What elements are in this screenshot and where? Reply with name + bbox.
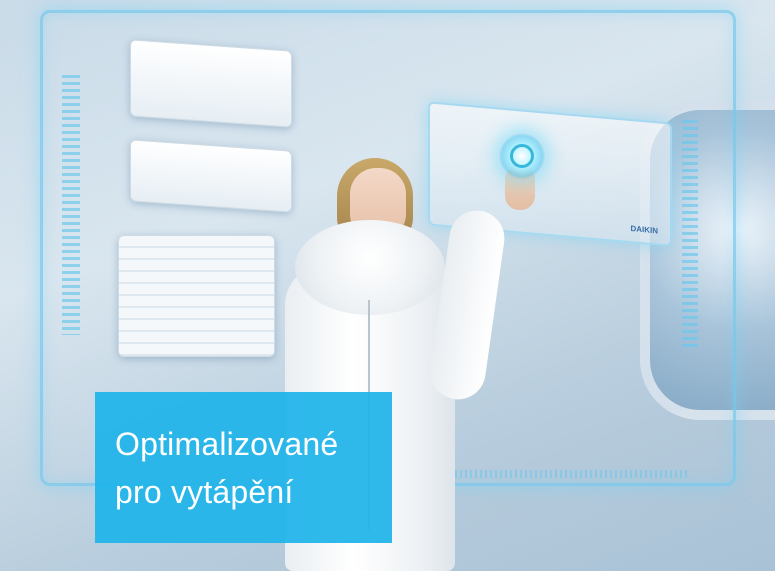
- ac-unit-wall-1: [130, 39, 292, 128]
- ac-unit-floor: [118, 235, 275, 357]
- touch-ring-icon: [510, 144, 534, 168]
- caption-banner: [95, 392, 392, 543]
- hud-scale-left: [62, 75, 80, 335]
- hero-image: DAIKIN Optimalizované pro vytápění: [0, 0, 775, 571]
- fur-collar: [295, 220, 445, 315]
- brand-logo: DAIKIN: [630, 224, 658, 236]
- caption-line-2: pro vytápění: [115, 474, 294, 510]
- hud-scale-right: [682, 120, 698, 350]
- caption-line-1: Optimalizované: [115, 426, 339, 462]
- raised-arm: [427, 207, 508, 403]
